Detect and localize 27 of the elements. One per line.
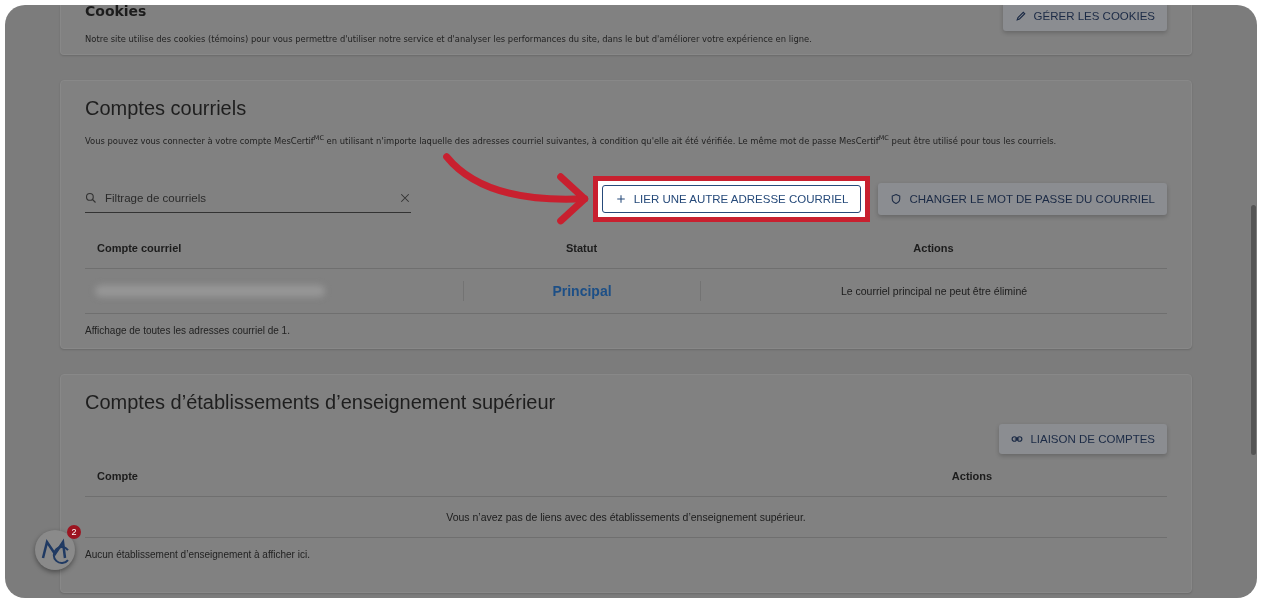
table-cell: Le courriel principal ne peut être éliminé <box>700 280 1167 301</box>
footer-text: Aucun établissement d’enseignement à afficher ici. <box>85 548 311 560</box>
shield-icon <box>890 192 903 205</box>
status-cell: Principal <box>463 280 700 301</box>
chat-logo-button[interactable] <box>35 530 75 570</box>
section-title: Cookies <box>85 5 147 19</box>
description-text: Notre site utilise des cookies (témoins) pour vous permettre d'utiliser notre service et d'analyser les performances du site, dans le but d'améliorer votre expérience en ligne. <box>85 34 813 44</box>
link-email-button[interactable]: LIER UNE AUTRE ADRESSE COURRIEL <box>601 184 862 213</box>
link-accounts-button[interactable]: LIAISON DE COMPTES <box>999 423 1167 454</box>
search-icon <box>85 192 97 205</box>
column-header: Compte <box>96 469 139 482</box>
column-header: Compte courriel <box>96 241 183 254</box>
change-password-button[interactable]: CHANGER LE MOT DE PASSE DU COURRIEL <box>878 182 1167 215</box>
column-header: Statut <box>564 241 599 254</box>
empty-message: Vous n’avez pas de liens avec des établissements d’enseignement supérieur. <box>446 510 806 523</box>
section-title: Comptes d’établissements d’enseignement supérieur <box>85 390 557 414</box>
filter-field[interactable]: Filtrage de courriels <box>105 192 391 205</box>
manage-cookies-button[interactable]: GÉRER LES COOKIES <box>1002 5 1167 31</box>
footer-text: Affichage de toutes les adresses courriel de 1. <box>85 324 291 336</box>
description-text: Vous pouvez vous connecter à votre compte MesCertif$^{MC}$ en utilisant n'importe laquelle des adresses courriel suivantes, à condition qu'elle ait été vérifiée. Le même mot de passe MesCertif$^{MC}$ peut être utilisé pour tous les courriels. <box>85 134 1058 146</box>
column-header: Actions <box>912 241 955 254</box>
plus-icon <box>614 192 627 205</box>
scrollbar-thumb[interactable] <box>1251 205 1256 455</box>
column-header: Actions <box>950 469 994 482</box>
pencil-icon <box>1014 10 1027 22</box>
close-icon <box>399 192 411 205</box>
section-title: Comptes courriels <box>85 97 248 120</box>
